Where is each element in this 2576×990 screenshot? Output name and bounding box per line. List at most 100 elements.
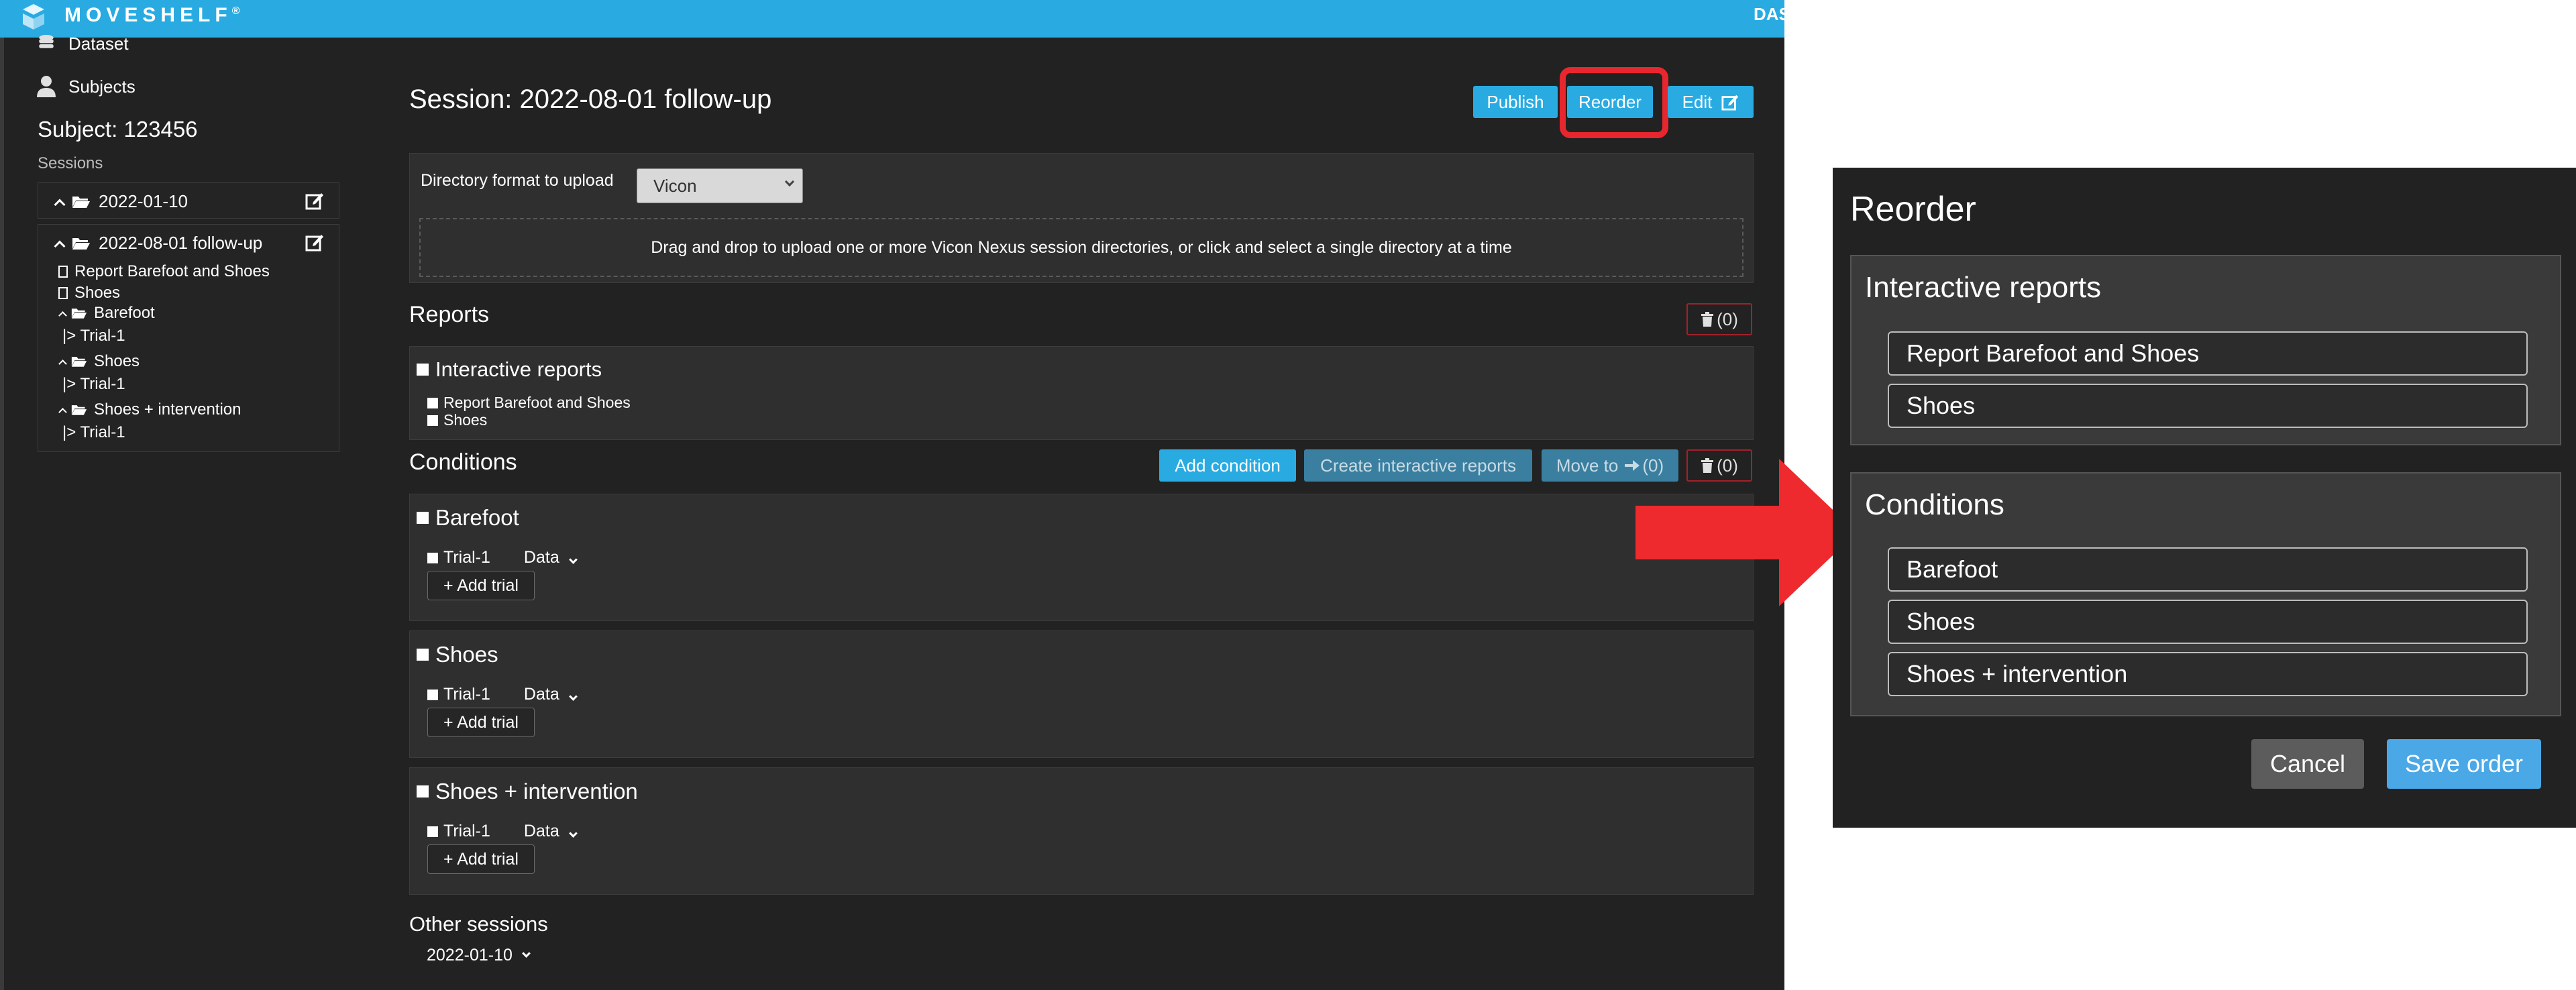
tree-condition-item[interactable]: Barefoot [58, 304, 155, 323]
caret-up-icon[interactable] [54, 199, 66, 210]
checkbox[interactable] [427, 826, 438, 837]
session-label[interactable]: 2022-08-01 follow-up [99, 233, 262, 254]
checkbox[interactable] [427, 415, 438, 426]
caret-up-icon[interactable] [54, 240, 66, 252]
session-tree-item[interactable]: 2022-01-10 [38, 182, 339, 219]
report-item[interactable]: Report Barefoot and Shoes [427, 394, 631, 412]
trial-label[interactable]: Trial-1 [443, 548, 490, 567]
session-row[interactable]: 2022-01-10 [53, 191, 188, 212]
sidebar-item-label: Subjects [68, 76, 136, 97]
tree-report-item[interactable]: Report Barefoot and Shoes [58, 262, 270, 281]
arrow-right-icon [1635, 459, 1857, 606]
data-dropdown[interactable]: Data [524, 822, 578, 841]
checkbox[interactable] [417, 649, 429, 661]
dialog-title: Reorder [1850, 190, 1976, 229]
directory-format-label: Directory format to upload [421, 171, 614, 190]
reports-delete-button[interactable]: (0) [1686, 303, 1752, 335]
conditions-heading: Conditions [409, 449, 517, 475]
caret-up-icon[interactable] [58, 359, 67, 368]
reorder-highlight-box [1560, 67, 1668, 138]
other-sessions-heading: Other sessions [409, 912, 548, 936]
condition-title[interactable]: Shoes [417, 642, 498, 667]
sidebar-item-dataset[interactable]: Dataset [36, 34, 129, 54]
session-label[interactable]: 2022-01-10 [99, 191, 188, 212]
checkbox[interactable] [427, 552, 438, 563]
other-session-dropdown[interactable]: 2022-01-10 [427, 946, 531, 965]
brand-name[interactable]: MOVESHELF® [64, 4, 239, 27]
checkbox[interactable] [427, 689, 438, 700]
reports-heading: Reports [409, 302, 490, 327]
chevron-down-icon [522, 949, 531, 958]
condition-title[interactable]: Shoes + intervention [417, 779, 638, 804]
trial-row: Trial-1 Data [427, 822, 578, 841]
reorder-item[interactable]: Barefoot [1888, 547, 2528, 592]
data-dropdown[interactable]: Data [524, 548, 578, 567]
group-title: Conditions [1865, 488, 2004, 521]
session-tree-item[interactable]: 2022-08-01 follow-up Report Barefoot and… [38, 224, 339, 452]
moveshelf-logo-icon[interactable] [20, 3, 47, 31]
tree-report-item[interactable]: Shoes [58, 284, 120, 302]
upload-panel: Directory format to upload Vicon Drag an… [409, 153, 1754, 283]
add-condition-button[interactable]: Add condition [1159, 449, 1296, 482]
sessions-label: Sessions [38, 154, 103, 172]
edit-icon [1721, 95, 1739, 111]
folder-open-icon [72, 196, 90, 208]
interactive-reports-title[interactable]: Interactive reports [417, 358, 602, 382]
chevron-down-icon [784, 176, 795, 187]
session-row[interactable]: 2022-08-01 follow-up [53, 233, 262, 254]
checkbox[interactable] [417, 364, 429, 376]
add-trial-button[interactable]: + Add trial [427, 844, 535, 874]
chevron-down-icon [568, 555, 578, 564]
folder-open-icon [71, 405, 87, 415]
tree-trial-item[interactable]: |> Trial-1 [62, 423, 125, 442]
group-title: Interactive reports [1865, 271, 2102, 304]
reorder-group-conditions: Conditions Barefoot Shoes Shoes + interv… [1850, 472, 2561, 716]
report-item[interactable]: Shoes [427, 411, 487, 429]
reorder-item[interactable]: Shoes [1888, 600, 2528, 644]
folder-open-icon [71, 309, 87, 319]
trash-icon [1701, 312, 1714, 327]
tree-trial-item[interactable]: |> Trial-1 [62, 327, 125, 345]
reorder-dialog: Reorder Interactive reports Report Baref… [1833, 168, 2576, 828]
trial-label[interactable]: Trial-1 [443, 822, 490, 841]
edit-button[interactable]: Edit [1668, 86, 1754, 118]
database-icon [39, 34, 54, 48]
reorder-item[interactable]: Report Barefoot and Shoes [1888, 331, 2528, 376]
window-edge [0, 0, 4, 990]
sidebar-item-subjects[interactable]: Subjects [36, 75, 136, 98]
topbar-dashboard-link[interactable]: DAS [1754, 4, 1784, 25]
trial-label[interactable]: Trial-1 [443, 685, 490, 704]
reorder-item[interactable]: Shoes [1888, 384, 2528, 428]
checkbox[interactable] [417, 785, 429, 798]
folder-open-icon [72, 237, 90, 250]
edit-icon[interactable] [305, 191, 324, 210]
checkbox[interactable] [427, 397, 438, 408]
interactive-reports-panel: Interactive reports Report Barefoot and … [409, 346, 1754, 440]
caret-up-icon[interactable] [58, 311, 67, 320]
top-navbar: MOVESHELF® DAS [0, 0, 1784, 38]
caret-up-icon[interactable] [58, 407, 67, 417]
app-window: MOVESHELF® DAS Dataset Subjects Subject:… [0, 0, 1784, 990]
checkbox[interactable] [417, 512, 429, 524]
chevron-down-icon [568, 692, 578, 701]
tree-condition-item[interactable]: Shoes + intervention [58, 400, 241, 419]
cancel-button[interactable]: Cancel [2251, 739, 2364, 789]
condition-title[interactable]: Barefoot [417, 505, 519, 531]
tree-trial-item[interactable]: |> Trial-1 [62, 375, 125, 394]
save-order-button[interactable]: Save order [2387, 739, 2541, 789]
publish-button[interactable]: Publish [1473, 86, 1558, 118]
add-trial-button[interactable]: + Add trial [427, 571, 535, 600]
add-trial-button[interactable]: + Add trial [427, 708, 535, 737]
condition-panel: Barefoot Trial-1 Data + Add trial [409, 494, 1754, 621]
directory-format-select[interactable]: Vicon [637, 168, 803, 203]
create-interactive-reports-button[interactable]: Create interactive reports [1304, 449, 1532, 482]
tree-condition-item[interactable]: Shoes [58, 352, 140, 371]
data-dropdown[interactable]: Data [524, 685, 578, 704]
upload-dropzone[interactable]: Drag and drop to upload one or more Vico… [419, 218, 1743, 277]
reorder-item[interactable]: Shoes + intervention [1888, 652, 2528, 696]
condition-panel: Shoes Trial-1 Data + Add trial [409, 630, 1754, 758]
trial-row: Trial-1 Data [427, 685, 578, 704]
condition-panel: Shoes + intervention Trial-1 Data + Add … [409, 767, 1754, 895]
trial-row: Trial-1 Data [427, 548, 578, 567]
edit-icon[interactable] [305, 233, 324, 252]
